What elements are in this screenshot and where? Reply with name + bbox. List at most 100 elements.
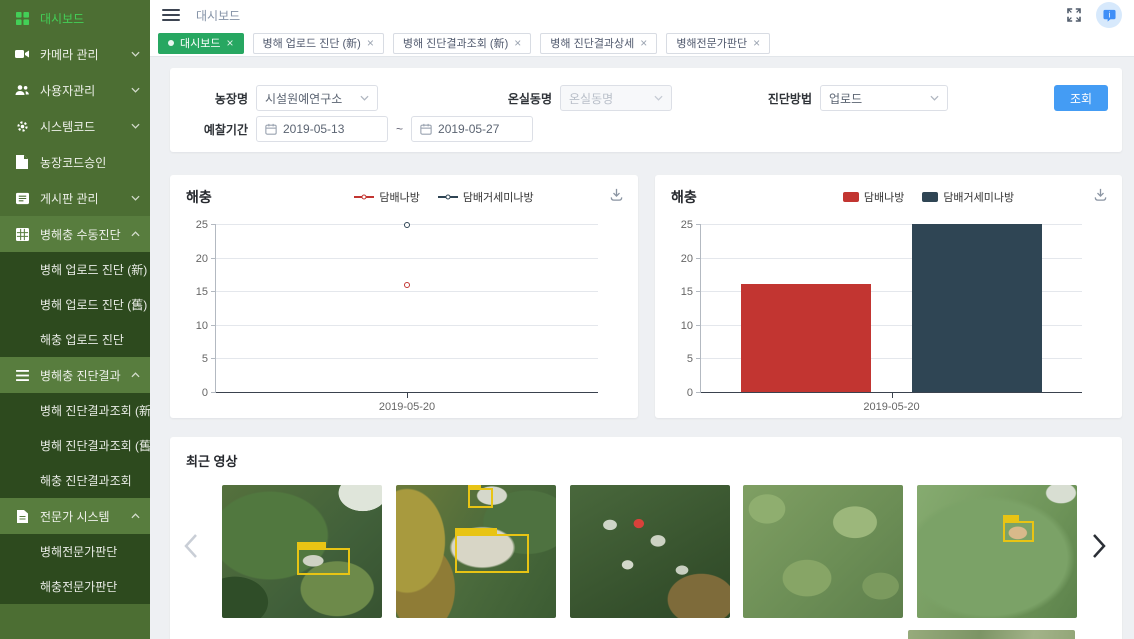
y-axis-tick-label: 5 [176, 353, 208, 365]
legend-marker [354, 192, 374, 202]
legend-item-담배나방[interactable]: 담배나방 [354, 189, 419, 205]
legend-item-담배거세미나방[interactable]: 담배거세미나방 [438, 189, 534, 205]
y-axis-tick-label: 10 [661, 320, 693, 332]
sidebar-item-농장코드승인[interactable]: 농장코드승인 [0, 144, 150, 180]
chevron-down-icon [360, 95, 369, 101]
legend-item-담배거세미나방[interactable]: 담배거세미나방 [922, 189, 1014, 205]
chevron-down-icon [131, 123, 140, 129]
sidebar-item-카메라 관리[interactable]: 카메라 관리 [0, 36, 150, 72]
pest-bar-chart-card: 해충 담배나방담배거세미나방 05101520252019-05-20 [655, 175, 1122, 418]
recent-images-title: 최근 영상 [186, 451, 237, 470]
date-from-input[interactable]: 2019-05-13 [256, 116, 388, 142]
tomato-plant-photo-4[interactable] [743, 485, 903, 618]
tomato-leaf-photo-5[interactable] [917, 485, 1077, 618]
board-icon [14, 192, 30, 205]
detection-box [468, 488, 494, 508]
legend-marker [843, 192, 859, 202]
diagnosis-method-label: 진단방법 [672, 90, 812, 107]
tomato-leaf-mildew-photo-3[interactable] [570, 485, 730, 618]
y-axis-tick [696, 258, 701, 259]
tab-close-icon[interactable]: × [514, 37, 521, 49]
y-axis-tick [211, 291, 216, 292]
sidebar-item-병해충 수동진단[interactable]: 병해충 수동진단 [0, 216, 150, 252]
greenhouse-select[interactable]: 온실동명 [560, 85, 672, 111]
carousel-prev-arrow[interactable] [184, 533, 198, 559]
tomato-leaf-mildew-photo-2[interactable] [396, 485, 556, 618]
tab-close-icon[interactable]: × [226, 37, 233, 49]
sidebar-item-전문가 시스템[interactable]: 전문가 시스템 [0, 498, 150, 534]
sidebar-item-사용자관리[interactable]: 사용자관리 [0, 72, 150, 108]
y-axis-tick-label: 20 [176, 253, 208, 265]
sidebar-item-게시판 관리[interactable]: 게시판 관리 [0, 180, 150, 216]
greenhouse-placeholder: 온실동명 [569, 90, 613, 107]
data-point-담배나방 [404, 282, 410, 288]
sidebar-subitem-해충 업로드 진단[interactable]: 해충 업로드 진단 [0, 322, 150, 357]
main-content: 농장명 시설원예연구소 온실동명 온실동명 진단방법 업로드 조회 예찰기간 2… [150, 57, 1134, 639]
sidebar-subitem-해충 진단결과조회[interactable]: 해충 진단결과조회 [0, 463, 150, 498]
y-axis-tick [211, 325, 216, 326]
tab-병해전문가판단[interactable]: 병해전문가판단 × [666, 33, 770, 54]
farm-name-select[interactable]: 시설원예연구소 [256, 85, 378, 111]
diagnosis-method-select[interactable]: 업로드 [820, 85, 948, 111]
sidebar-item-label: 전문가 시스템 [40, 508, 131, 525]
gridline [216, 325, 598, 326]
x-axis-tick [407, 393, 408, 398]
svg-text:i: i [1108, 10, 1110, 19]
search-button[interactable]: 조회 [1054, 85, 1108, 111]
download-icon[interactable] [609, 187, 624, 202]
sidebar-subitem-병해 업로드 진단 (舊)[interactable]: 병해 업로드 진단 (舊) [0, 287, 150, 322]
gridline [216, 291, 598, 292]
pest-line-chart-card: 해충 담배나방담배거세미나방 05101520252019-05-20 [170, 175, 638, 418]
tomato-leaf-mildew-photo-1[interactable] [222, 485, 382, 618]
sidebar-item-시스템코드[interactable]: 시스템코드 [0, 108, 150, 144]
legend-item-담배나방[interactable]: 담배나방 [843, 189, 904, 205]
sidebar-submenu: 병해전문가판단해충전문가판단 [0, 534, 150, 604]
sidebar-submenu: 병해 업로드 진단 (新)병해 업로드 진단 (舊)해충 업로드 진단 [0, 252, 150, 357]
y-axis-tick [211, 392, 216, 393]
sidebar-subitem-병해 업로드 진단 (新)[interactable]: 병해 업로드 진단 (新) [0, 252, 150, 287]
greenhouse-label: 온실동명 [378, 90, 552, 107]
y-axis-tick-label: 25 [661, 219, 693, 231]
tab-close-icon[interactable]: × [367, 37, 374, 49]
y-axis-tick [696, 291, 701, 292]
tab-label: 병해전문가판단 [676, 35, 747, 51]
sidebar-subitem-해충전문가판단[interactable]: 해충전문가판단 [0, 569, 150, 604]
sidebar-item-label: 병해충 수동진단 [40, 226, 131, 243]
y-axis-tick-label: 25 [176, 219, 208, 231]
sidebar-item-병해충 진단결과[interactable]: 병해충 진단결과 [0, 357, 150, 393]
tomato-photo-partial-next-row[interactable] [908, 630, 1075, 639]
tab-병해 업로드 진단 (新)[interactable]: 병해 업로드 진단 (新)× [253, 33, 384, 54]
data-point-담배거세미나방 [404, 222, 410, 228]
tab-close-icon[interactable]: × [640, 37, 647, 49]
download-icon[interactable] [1093, 187, 1108, 202]
sidebar-subitem-병해전문가판단[interactable]: 병해전문가판단 [0, 534, 150, 569]
date-from-value: 2019-05-13 [283, 122, 344, 136]
date-range-separator: ~ [396, 122, 403, 136]
page-title: 대시보드 [196, 7, 240, 24]
sidebar-item-label: 사용자관리 [40, 82, 131, 99]
active-tab-dot [168, 40, 174, 46]
tab-병해 진단결과조회 (新)[interactable]: 병해 진단결과조회 (新)× [393, 33, 531, 54]
tab-병해 진단결과상세[interactable]: 병해 진단결과상세× [540, 33, 657, 54]
sidebar-subitem-병해 진단결과조회 (舊)[interactable]: 병해 진단결과조회 (舊) [0, 428, 150, 463]
fullscreen-icon[interactable] [1066, 7, 1082, 23]
hamburger-menu-icon[interactable] [162, 9, 180, 22]
date-to-input[interactable]: 2019-05-27 [411, 116, 533, 142]
tab-close-icon[interactable]: × [753, 37, 760, 49]
y-axis-tick [211, 224, 216, 225]
date-to-value: 2019-05-27 [438, 122, 499, 136]
chat-notification-icon[interactable]: i [1096, 2, 1122, 28]
carousel-next-arrow[interactable] [1092, 533, 1106, 559]
chart-legend: 담배나방 담배거세미나방 [775, 189, 1082, 205]
sidebar: 대시보드카메라 관리사용자관리시스템코드농장코드승인게시판 관리병해충 수동진단… [0, 0, 150, 639]
chevron-down-icon [930, 95, 939, 101]
tab-대시보드[interactable]: 대시보드 × [158, 33, 244, 54]
legend-label: 담배나방 [379, 189, 419, 205]
sidebar-subitem-병해 진단결과조회 (新)[interactable]: 병해 진단결과조회 (新) [0, 393, 150, 428]
farm-name-value: 시설원예연구소 [265, 90, 342, 107]
x-axis-tick [892, 393, 893, 398]
grid-icon [14, 228, 30, 241]
sidebar-item-대시보드[interactable]: 대시보드 [0, 0, 150, 36]
tab-label: 대시보드 [180, 35, 220, 51]
diagnosis-method-value: 업로드 [829, 90, 862, 107]
